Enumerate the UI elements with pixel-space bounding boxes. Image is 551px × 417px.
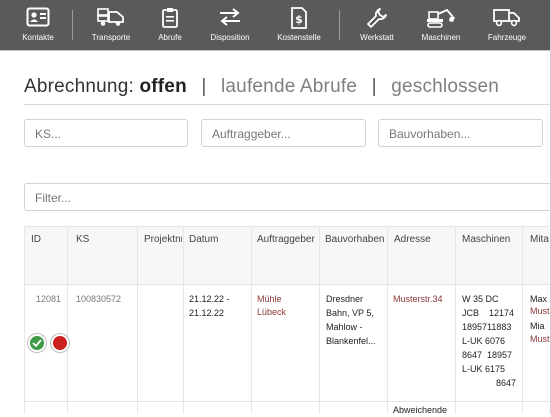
tab-geschlossen[interactable]: geschlossen <box>391 76 499 97</box>
cell-mitarbeiter-line4: Must <box>530 334 550 344</box>
column-divider <box>137 226 138 414</box>
nav-maschinen-label: Maschinen <box>421 33 461 42</box>
nav-kontakte[interactable]: Kontakte <box>14 0 62 50</box>
ks-search-input[interactable]: KS... <box>24 119 188 147</box>
clipboard-icon <box>162 8 178 28</box>
toolbar-separator <box>72 10 73 40</box>
column-divider <box>522 226 523 414</box>
column-header-adresse[interactable]: Adresse <box>394 234 454 245</box>
nav-maschinen[interactable]: Maschinen <box>416 0 466 50</box>
vehicle-icon <box>493 9 520 27</box>
page-title: Abrechnung: offen | laufende Abrufe | ge… <box>24 76 499 98</box>
auftraggeber-search-input[interactable]: Auftraggeber... <box>201 119 366 147</box>
column-divider <box>24 226 25 414</box>
heading-divider <box>24 104 551 105</box>
nav-abrufe[interactable]: Abrufe <box>150 0 190 50</box>
cell-maschine-line7: 8647 <box>496 378 517 388</box>
nav-fahrzeuge-label: Fahrzeuge <box>487 33 527 42</box>
column-divider <box>67 226 68 414</box>
status-open-button[interactable] <box>51 334 69 352</box>
column-header-datum[interactable]: Datum <box>189 234 249 245</box>
nav-disposition[interactable]: Disposition <box>204 0 256 50</box>
excavator-icon <box>427 8 455 28</box>
swap-arrows-icon <box>220 8 240 26</box>
cell-maschine-line1: W 35 DC <box>462 294 499 304</box>
cell-auftraggeber-line2[interactable]: Lübeck <box>257 306 286 319</box>
column-divider <box>387 226 388 414</box>
contact-card-icon <box>26 7 50 27</box>
check-icon <box>32 339 42 347</box>
nav-disposition-label: Disposition <box>210 33 250 42</box>
cell-ks: 100830572 <box>76 294 122 304</box>
nav-werkstatt-label: Werkstatt <box>360 33 394 42</box>
nav-kontakte-label: Kontakte <box>22 33 54 42</box>
nav-werkstatt[interactable]: Werkstatt <box>352 0 402 50</box>
bauvorhaben-search-input[interactable]: Bauvorhaben... <box>378 119 543 147</box>
column-divider <box>455 226 456 414</box>
column-divider <box>319 226 320 414</box>
status-ok-button[interactable] <box>28 334 46 352</box>
column-header-id[interactable]: ID <box>31 234 65 245</box>
cell-bauvorhaben-line2: Bahn, VP 5, <box>326 308 374 318</box>
tab-laufende-abrufe[interactable]: laufende Abrufe <box>221 76 357 97</box>
column-header-mitarbeiter[interactable]: Mita <box>530 234 551 245</box>
column-header-auftraggeber[interactable]: Auftraggeber <box>257 234 318 245</box>
nav-transporte[interactable]: Transporte <box>86 0 136 50</box>
cell-adresse-next-row: Abweichende <box>393 405 448 415</box>
cell-maschine-line6: L-UK 6175 <box>462 364 506 374</box>
cell-datum-start: 21.12.22 - <box>189 294 230 304</box>
nav-transporte-label: Transporte <box>91 33 131 42</box>
cell-mitarbeiter-line3: Mia <box>530 321 545 331</box>
tab-offen[interactable]: offen <box>139 76 186 97</box>
cell-maschine-line5: 8647 18957 <box>462 350 513 360</box>
tab-separator: | <box>371 76 377 97</box>
cell-adresse[interactable]: Musterstr.34 <box>393 293 443 306</box>
main-toolbar: Kontakte Transporte Abrufe Disposition $… <box>0 0 551 51</box>
nav-fahrzeuge[interactable]: Fahrzeuge <box>482 0 532 50</box>
cell-mitarbeiter-line2: Must <box>530 306 550 316</box>
nav-kostenstelle[interactable]: $ Kostenstelle <box>272 0 326 50</box>
cell-datum-end: 21.12.22 <box>189 308 225 318</box>
column-divider <box>183 226 184 414</box>
tab-separator: | <box>201 76 207 97</box>
svg-text:$: $ <box>295 13 303 26</box>
dollar-document-icon: $ <box>291 7 307 29</box>
cell-bauvorhaben-line4: Blankenfel... <box>326 336 376 346</box>
row-divider <box>24 401 551 402</box>
nav-kostenstelle-label: Kostenstelle <box>277 33 321 42</box>
cell-id: 12081 <box>36 294 62 304</box>
toolbar-separator <box>339 10 340 40</box>
column-header-ks[interactable]: KS <box>76 234 134 245</box>
cell-maschine-line3: 1895711883 <box>462 322 512 332</box>
cell-auftraggeber-line1[interactable]: Mühle <box>257 293 282 306</box>
cell-bauvorhaben-line3: Mahlow - <box>326 322 363 332</box>
cell-maschine-line2: JCB 12174 <box>462 308 515 318</box>
column-header-projektnr[interactable]: Projektnr <box>144 234 182 245</box>
column-header-bauvorhaben[interactable]: Bauvorhaben <box>325 234 386 245</box>
filter-input[interactable]: Filter... <box>24 183 551 211</box>
nav-abrufe-label: Abrufe <box>158 33 182 42</box>
cell-maschine-line4: L-UK 6076 <box>462 336 506 346</box>
truck-icon <box>97 8 124 26</box>
column-divider <box>251 226 252 414</box>
page-title-label: Abrechnung: <box>24 76 134 97</box>
column-header-maschinen[interactable]: Maschinen <box>462 234 520 245</box>
wrench-icon <box>367 8 387 28</box>
cell-bauvorhaben-line1: Dresdner <box>326 294 364 304</box>
